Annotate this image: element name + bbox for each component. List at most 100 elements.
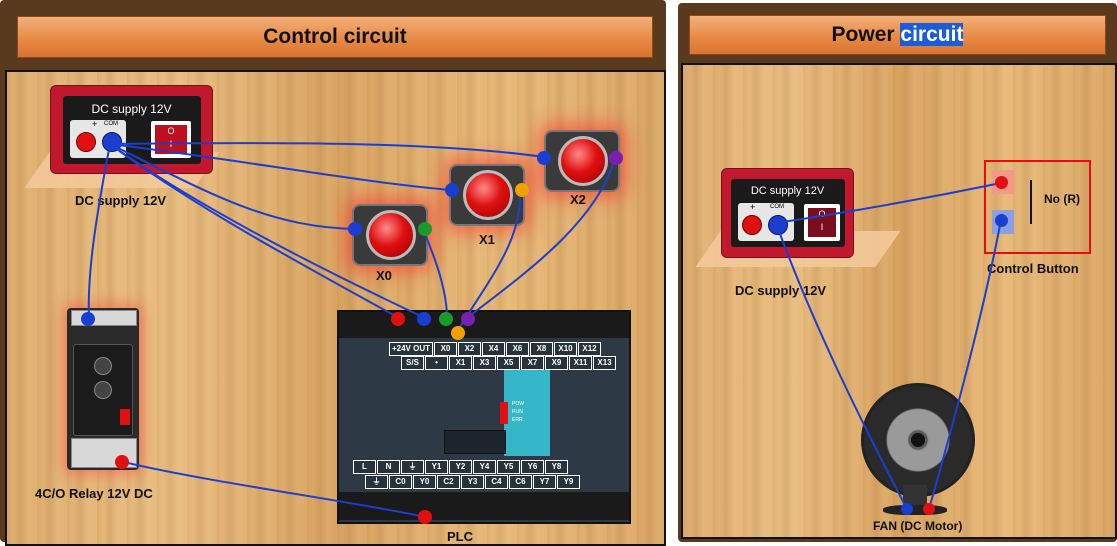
plc-label: Y3 (461, 475, 484, 489)
plc-label: Y1 (425, 460, 448, 474)
control-circuit-header: Control circuit (17, 16, 653, 58)
dc-supply-power[interactable]: DC supply 12V + COM O I (721, 168, 854, 258)
plc-label: Y4 (473, 460, 496, 474)
switch-i: I (169, 139, 173, 149)
plc-terminal-x2[interactable] (461, 312, 475, 326)
relay-bottom-terminal[interactable] (115, 455, 129, 469)
control-button-terminal-top[interactable] (995, 176, 1008, 189)
dc-supply-label: DC supply 12V (75, 193, 167, 208)
x0-left-terminal[interactable] (348, 222, 362, 236)
plc-label: Y8 (545, 460, 568, 474)
x2-right-terminal[interactable] (609, 151, 623, 165)
plc-bottom-terminal-block (339, 492, 629, 520)
fan-base (883, 505, 947, 515)
x0-cap[interactable] (366, 210, 416, 260)
plc-label: C0 (389, 475, 412, 489)
relay-indicator (120, 409, 130, 425)
plc-terminal-x0[interactable] (439, 312, 453, 326)
switch-i-power: I (820, 222, 824, 232)
x0-right-terminal[interactable] (418, 222, 432, 236)
switch-o: O (167, 126, 175, 136)
fan-icon[interactable] (861, 383, 975, 497)
plc-label: X10 (554, 342, 577, 356)
control-circuit-board: DC supply 12V + COM O I DC supply 12V X0… (5, 70, 666, 546)
plc-label: ⏚ (401, 460, 424, 474)
plc-label: Y9 (557, 475, 580, 489)
plc-err: ERR (512, 417, 523, 423)
plc-label: X13 (593, 356, 616, 370)
x1-right-terminal[interactable] (515, 183, 529, 197)
power-title-a: Power (831, 23, 895, 46)
plus-terminal[interactable] (76, 132, 96, 152)
dc-supply-title: DC supply 12V (91, 102, 172, 116)
control-button-box[interactable]: No (R) (984, 160, 1091, 254)
plc-top-terminal-block (339, 312, 629, 338)
plc-label: Y0 (413, 475, 436, 489)
plc-terminal-y0[interactable] (418, 510, 432, 524)
relay-module[interactable] (67, 308, 139, 470)
plc-label: C4 (485, 475, 508, 489)
dc-supply-power-title: DC supply 12V (750, 185, 825, 197)
x1-left-terminal[interactable] (445, 183, 459, 197)
plc-label: X4 (482, 342, 505, 356)
dc-supply-control[interactable]: DC supply 12V + COM O I (50, 85, 213, 174)
relay-label: 4C/O Relay 12V DC (35, 486, 153, 501)
plc-label: C6 (509, 475, 532, 489)
button-x1-label: X1 (479, 232, 495, 247)
push-button-x0[interactable] (352, 204, 428, 266)
plc-label: L (353, 460, 376, 474)
plc-label: X3 (473, 356, 496, 370)
plc-label: ⏚ (365, 475, 388, 489)
control-button-terminal-bottom[interactable] (995, 214, 1008, 227)
plus-terminal-power[interactable] (742, 215, 762, 235)
plus-label-power: + (750, 202, 756, 212)
plc-label: X1 (449, 356, 472, 370)
com-label-power: COM (770, 204, 784, 210)
plc-terminal-x1[interactable] (451, 326, 465, 340)
plc-label: • (425, 356, 448, 370)
power-switch-power[interactable]: O I (804, 204, 840, 241)
plus-label: + (92, 119, 98, 129)
plc-label: X11 (569, 356, 592, 370)
control-button-label: Control Button (987, 261, 1079, 276)
plc-label: Y7 (533, 475, 556, 489)
plc-label: X8 (530, 342, 553, 356)
plc-run: RUN (512, 409, 523, 415)
power-title-b: circuit (900, 23, 964, 46)
switch-o-power: O (818, 209, 826, 219)
plc-output-row-1: L N ⏚ Y1 Y2 Y4 Y5 Y6 Y8 (353, 460, 569, 474)
supply-jack-panel: + COM (70, 119, 126, 158)
plc-label: X0 (434, 342, 457, 356)
plc-input-row-1: +24V OUT X0 X2 X4 X6 X8 X10 X12 (389, 342, 602, 356)
power-circuit-header: Power circuit (689, 15, 1106, 55)
relay-top-terminal[interactable] (81, 312, 95, 326)
x2-cap[interactable] (558, 136, 608, 186)
plc-pow: POW (512, 401, 524, 407)
power-circuit-board: DC supply 12V + COM O I DC supply 12V No… (681, 63, 1117, 539)
fan-label: FAN (DC Motor) (873, 519, 963, 533)
com-terminal[interactable] (102, 132, 122, 152)
control-circuit-panel: Control circuit DC supply 12V + COM O I … (0, 0, 666, 546)
push-button-x1[interactable] (449, 164, 525, 226)
plc-unit[interactable]: +24V OUT X0 X2 X4 X6 X8 X10 X12 S/S • X1… (337, 310, 631, 524)
fan-terminal-red[interactable] (923, 503, 935, 515)
plc-label: Y2 (449, 460, 472, 474)
plc-label: X2 (458, 342, 481, 356)
x1-cap[interactable] (463, 170, 513, 220)
plc-terminal-24v[interactable] (391, 312, 405, 326)
com-terminal-power[interactable] (768, 215, 788, 235)
plc-label: N (377, 460, 400, 474)
plc-label: Y5 (497, 460, 520, 474)
button-x0-label: X0 (376, 268, 392, 283)
push-button-x2[interactable] (544, 130, 620, 192)
plc-label: +24V OUT (389, 342, 433, 356)
plc-label: X5 (497, 356, 520, 370)
power-switch[interactable]: O I (151, 121, 191, 158)
plc-label: C2 (437, 475, 460, 489)
no-switch-symbol (1030, 180, 1032, 224)
fan-terminal-blue[interactable] (901, 503, 913, 515)
plc-terminal-ss[interactable] (417, 312, 431, 326)
plc-label: Y6 (521, 460, 544, 474)
x2-left-terminal[interactable] (537, 151, 551, 165)
plc-output-row-2: ⏚ C0 Y0 C2 Y3 C4 C6 Y7 Y9 (365, 475, 581, 489)
